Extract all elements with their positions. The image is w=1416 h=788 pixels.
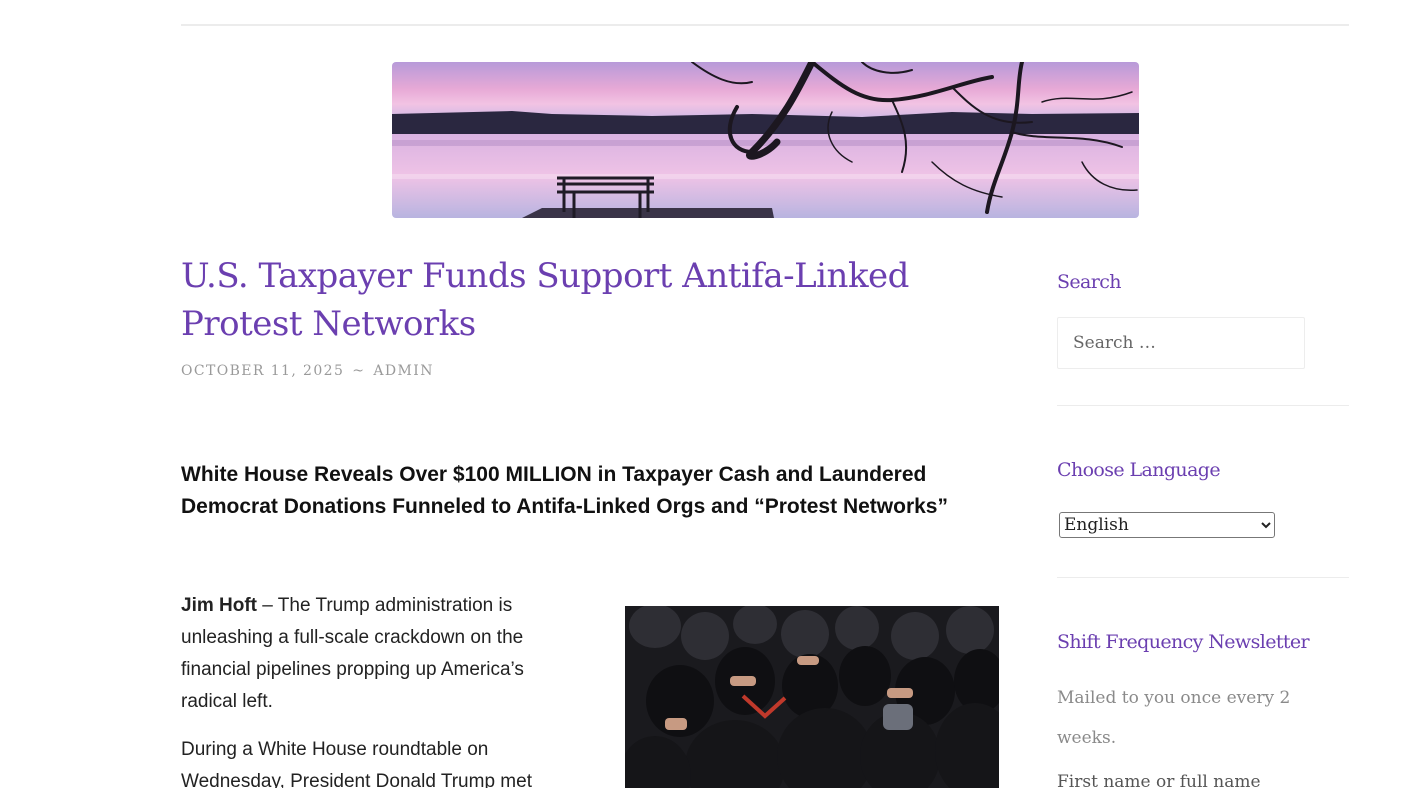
search-widget-title: Search [1057,271,1122,293]
post-paragraph: During a White House roundtable on Wedne… [181,739,532,788]
post-lead-heading: White House Reveals Over $100 MILLION in… [181,463,948,518]
post-meta: OCTOBER 11, 2025 ~ ADMIN [181,363,434,379]
post-author[interactable]: ADMIN [373,363,433,379]
sidebar-divider [1057,405,1349,406]
masked-protesters-photo [625,606,999,788]
post-paragraph: Jim Hoft – The Trump administration is u… [181,590,581,718]
post-image[interactable] [625,606,999,788]
post-title[interactable]: U.S. Taxpayer Funds Support Antifa-Linke… [181,252,1011,348]
header-divider [181,24,1349,26]
search-input[interactable] [1057,317,1305,369]
post-body: Jim Hoft – The Trump administration is u… [181,590,581,788]
newsletter-description: Mailed to you once every 2 weeks. [1057,688,1291,748]
site-banner[interactable] [392,62,1139,218]
lake-bench-banner-image [392,62,1139,218]
meta-separator: ~ [352,363,366,379]
post-byline: Jim Hoft [181,595,257,616]
language-select[interactable]: English [1059,512,1275,538]
sidebar-divider [1057,577,1349,578]
post-date[interactable]: OCTOBER 11, 2025 [181,363,344,379]
newsletter-name-label: First name or full name [1057,772,1261,788]
newsletter-widget-title: Shift Frequency Newsletter [1057,631,1310,653]
language-widget-title: Choose Language [1057,459,1221,481]
